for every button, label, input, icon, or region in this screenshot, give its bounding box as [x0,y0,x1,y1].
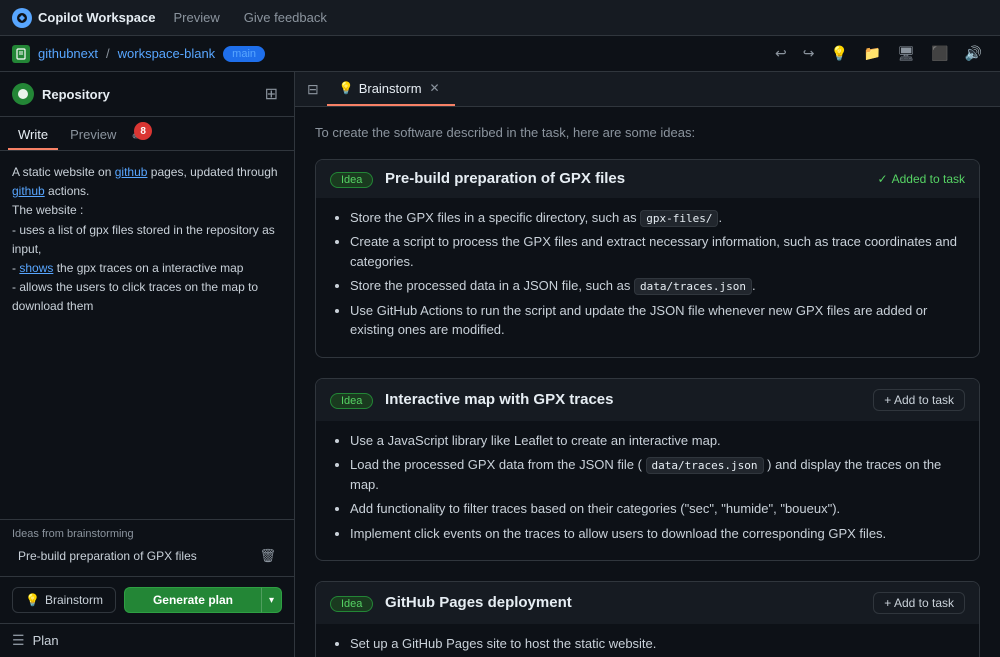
idea-card-2: Idea Interactive map with GPX traces + A… [315,378,980,562]
idea-card-2-title-group: Idea Interactive map with GPX traces [330,391,613,409]
idea-1-bullet-1: Store the GPX files in a specific direct… [350,208,965,228]
idea-2-bullet-1: Use a JavaScript library like Leaflet to… [350,431,965,451]
panel-toggle-button[interactable]: ⊟ [299,73,327,106]
added-badge-1: ✓ Added to task [878,172,965,186]
idea-1-bullet-4: Use GitHub Actions to run the script and… [350,301,965,340]
idea-delete-button[interactable]: 🗑 [259,548,276,564]
repo-actions: ↩ ↪ 💡 📁 🖥 ⬛ 🔊 [769,41,988,66]
idea-badge-1: Idea [330,172,373,188]
idea-badge-3: Idea [330,596,373,612]
branch-badge[interactable]: main [223,46,265,62]
generate-group: Generate plan ▾ [124,587,282,613]
monitor-button[interactable]: 🖥 [891,41,921,66]
expand-button[interactable]: ⊞ [261,82,282,106]
bulb-icon: 💡 [25,593,40,607]
repo-name[interactable]: workspace-blank [118,46,216,61]
tab-close-button[interactable]: ✕ [427,80,443,96]
idea-badge-2: Idea [330,393,373,409]
brainstorm-label: Brainstorm [45,593,103,607]
shows-link[interactable]: shows [19,261,53,275]
brainstorm-button[interactable]: 💡 Brainstorm [12,587,116,613]
pencil-container: ✏ 8 [128,126,148,147]
right-content: To create the software described in the … [295,107,1000,657]
idea-list-item[interactable]: Pre-build preparation of GPX files 🗑 [12,544,282,568]
generate-plan-button[interactable]: Generate plan [124,587,261,613]
badge-count: 8 [134,122,152,140]
idea-card-1-body: Store the GPX files in a specific direct… [316,198,979,357]
ideas-label: Ideas from brainstorming [12,528,282,540]
lightbulb-button[interactable]: 💡 [824,41,853,66]
undo-button[interactable]: ↩ [769,41,793,66]
generate-dropdown-button[interactable]: ▾ [261,587,282,613]
app-logo: Copilot Workspace [12,8,156,28]
left-panel: Repository ⊞ Write Preview ✏ 8 A static … [0,72,295,657]
redo-button[interactable]: ↪ [797,41,821,66]
code-gpx-files: gpx-files/ [640,210,718,227]
check-icon-1: ✓ [878,172,888,186]
logo-icon [12,8,32,28]
idea-card-3-body: Set up a GitHub Pages site to host the s… [316,624,979,657]
idea-card-2-title: Interactive map with GPX traces [385,391,613,408]
plan-row[interactable]: ☰ Plan [0,623,294,657]
desc-text: A static website on github pages, update… [12,165,278,313]
main-layout: Repository ⊞ Write Preview ✏ 8 A static … [0,72,1000,657]
left-content: A static website on github pages, update… [0,151,294,519]
ideas-section: Ideas from brainstorming Pre-build prepa… [0,519,294,576]
app-title: Copilot Workspace [38,10,156,25]
feedback-button[interactable]: Give feedback [238,8,333,27]
repo-icon [12,45,30,63]
left-header: Repository ⊞ [0,72,294,117]
repo-org[interactable]: githubnext [38,46,98,61]
brainstorm-tab-icon: 💡 [339,81,354,95]
idea-card-3-title: GitHub Pages deployment [385,594,572,611]
github-link-2[interactable]: github [12,184,45,198]
idea-2-bullet-2: Load the processed GPX data from the JSO… [350,455,965,494]
added-text-1: Added to task [892,172,965,186]
brainstorm-tab-label: Brainstorm [359,81,422,96]
right-tabbar: ⊟ 💡 Brainstorm ✕ [295,72,1000,107]
preview-button[interactable]: Preview [168,8,226,27]
repo-nav-icon [12,83,34,105]
terminal-button[interactable]: ⬛ [925,41,954,66]
share-button[interactable]: 🔊 [959,41,988,66]
idea-card-1-title: Pre-build preparation of GPX files [385,170,625,187]
tab-preview[interactable]: Preview [60,123,126,150]
idea-2-bullet-3: Add functionality to filter traces based… [350,499,965,519]
brainstorm-tab[interactable]: 💡 Brainstorm ✕ [327,72,455,106]
idea-item-text: Pre-build preparation of GPX files [18,549,197,563]
right-panel: ⊟ 💡 Brainstorm ✕ To create the software … [295,72,1000,657]
idea-card-3-header: Idea GitHub Pages deployment + Add to ta… [316,582,979,624]
idea-1-bullet-2: Create a script to process the GPX files… [350,232,965,271]
left-panel-title: Repository [42,87,253,102]
idea-card-2-body: Use a JavaScript library like Leaflet to… [316,421,979,561]
idea-card-3: Idea GitHub Pages deployment + Add to ta… [315,581,980,657]
code-traces-json-2: data/traces.json [646,457,764,474]
idea-1-bullet-3: Store the processed data in a JSON file,… [350,276,965,296]
idea-3-bullet-1: Set up a GitHub Pages site to host the s… [350,634,965,654]
code-traces-json: data/traces.json [634,278,752,295]
add-task-button-3[interactable]: + Add to task [873,592,965,614]
tab-write[interactable]: Write [8,123,58,150]
idea-2-bullet-4: Implement click events on the traces to … [350,524,965,544]
topbar: Copilot Workspace Preview Give feedback [0,0,1000,36]
tab-row: Write Preview ✏ 8 [0,117,294,151]
idea-card-1: Idea Pre-build preparation of GPX files … [315,159,980,358]
folder-button[interactable]: 📁 [858,41,887,66]
idea-card-1-header: Idea Pre-build preparation of GPX files … [316,160,979,198]
repobar: githubnext / workspace-blank main ↩ ↪ 💡 … [0,36,1000,72]
bottom-actions: 💡 Brainstorm Generate plan ▾ [0,576,294,623]
add-task-button-2[interactable]: + Add to task [873,389,965,411]
idea-card-1-title-group: Idea Pre-build preparation of GPX files [330,170,625,188]
plan-label: Plan [33,633,59,648]
plan-icon: ☰ [12,632,25,649]
idea-card-2-header: Idea Interactive map with GPX traces + A… [316,379,979,421]
idea-card-3-title-group: Idea GitHub Pages deployment [330,594,572,612]
intro-text: To create the software described in the … [315,123,980,143]
github-link-1[interactable]: github [115,165,148,179]
